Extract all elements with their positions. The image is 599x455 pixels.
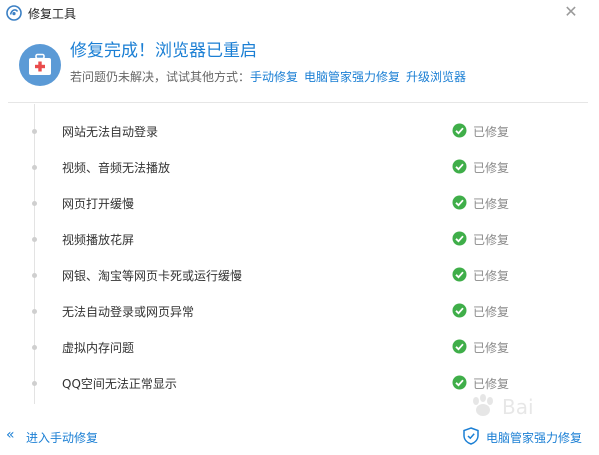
title-bar: 修复工具 ✕	[0, 0, 599, 26]
list-item: 网页打开缓慢 已修复	[0, 185, 599, 221]
check-circle-icon	[452, 339, 467, 354]
status-text: 已修复	[473, 197, 510, 211]
status-text: 已修复	[473, 341, 510, 355]
bullet-dot	[32, 237, 37, 242]
status-text: 已修复	[473, 233, 510, 247]
bullet-dot	[32, 345, 37, 350]
browser-icon	[6, 5, 22, 21]
list-item: 网银、淘宝等网页卡死或运行缓慢 已修复	[0, 257, 599, 293]
manual-repair-link[interactable]: 手动修复	[250, 70, 298, 84]
shield-icon	[463, 427, 479, 445]
result-headline: 修复完成！浏览器已重启	[70, 41, 257, 61]
bullet-dot	[32, 309, 37, 314]
bullet-dot	[32, 381, 37, 386]
check-circle-icon	[452, 195, 467, 210]
item-label: 网银、淘宝等网页卡死或运行缓慢	[62, 269, 243, 283]
pc-manager-repair-link[interactable]: 电脑管家强力修复	[304, 70, 400, 84]
svg-text:Bai: Bai	[502, 395, 534, 419]
item-label: 视频播放花屏	[62, 233, 135, 247]
check-circle-icon	[452, 159, 467, 174]
status-text: 已修复	[473, 305, 510, 319]
check-circle-icon	[452, 123, 467, 138]
list-item: 网站无法自动登录 已修复	[0, 113, 599, 149]
repair-tool-window: 修复工具 ✕ 修复完成！浏览器已重启 若问题仍未解决，试试其他方式：手动修复 电脑…	[0, 0, 599, 455]
bullet-dot	[32, 165, 37, 170]
item-label: 无法自动登录或网页异常	[62, 305, 195, 319]
close-button[interactable]: ✕	[562, 3, 580, 21]
status-text: 已修复	[473, 161, 510, 175]
pc-manager-strong-repair-label: 电脑管家强力修复	[486, 431, 583, 445]
status-text: 已修复	[473, 125, 510, 139]
item-label: 虚拟内存问题	[62, 341, 135, 355]
enter-manual-repair-label: 进入手动修复	[26, 431, 99, 445]
check-circle-icon	[452, 267, 467, 282]
header-divider	[8, 102, 588, 103]
baidu-watermark: Bai	[473, 394, 534, 419]
list-item: 虚拟内存问题 已修复	[0, 329, 599, 365]
list-item: 视频、音频无法播放 已修复	[0, 149, 599, 185]
bullet-dot	[32, 201, 37, 206]
hint-line: 若问题仍未解决，试试其他方式：手动修复 电脑管家强力修复 升级浏览器	[70, 68, 466, 85]
window-title: 修复工具	[28, 7, 77, 21]
bullet-dot	[32, 273, 37, 278]
upgrade-browser-link[interactable]: 升级浏览器	[406, 70, 466, 84]
item-label: 网页打开缓慢	[62, 197, 135, 211]
double-chevron-left-icon: «	[6, 427, 15, 443]
hint-text: 若问题仍未解决，试试其他方式：	[70, 70, 251, 84]
list-item: 视频播放花屏 已修复	[0, 221, 599, 257]
close-icon: ✕	[564, 2, 578, 21]
item-label: 网站无法自动登录	[62, 125, 159, 139]
item-label: 视频、音频无法播放	[62, 161, 171, 175]
medical-kit-icon	[19, 44, 61, 86]
item-label: QQ空间无法正常显示	[62, 377, 177, 391]
status-text: 已修复	[473, 269, 510, 283]
list-item: 无法自动登录或网页异常 已修复	[0, 293, 599, 329]
bullet-dot	[32, 129, 37, 134]
check-circle-icon	[452, 231, 467, 246]
check-circle-icon	[452, 303, 467, 318]
